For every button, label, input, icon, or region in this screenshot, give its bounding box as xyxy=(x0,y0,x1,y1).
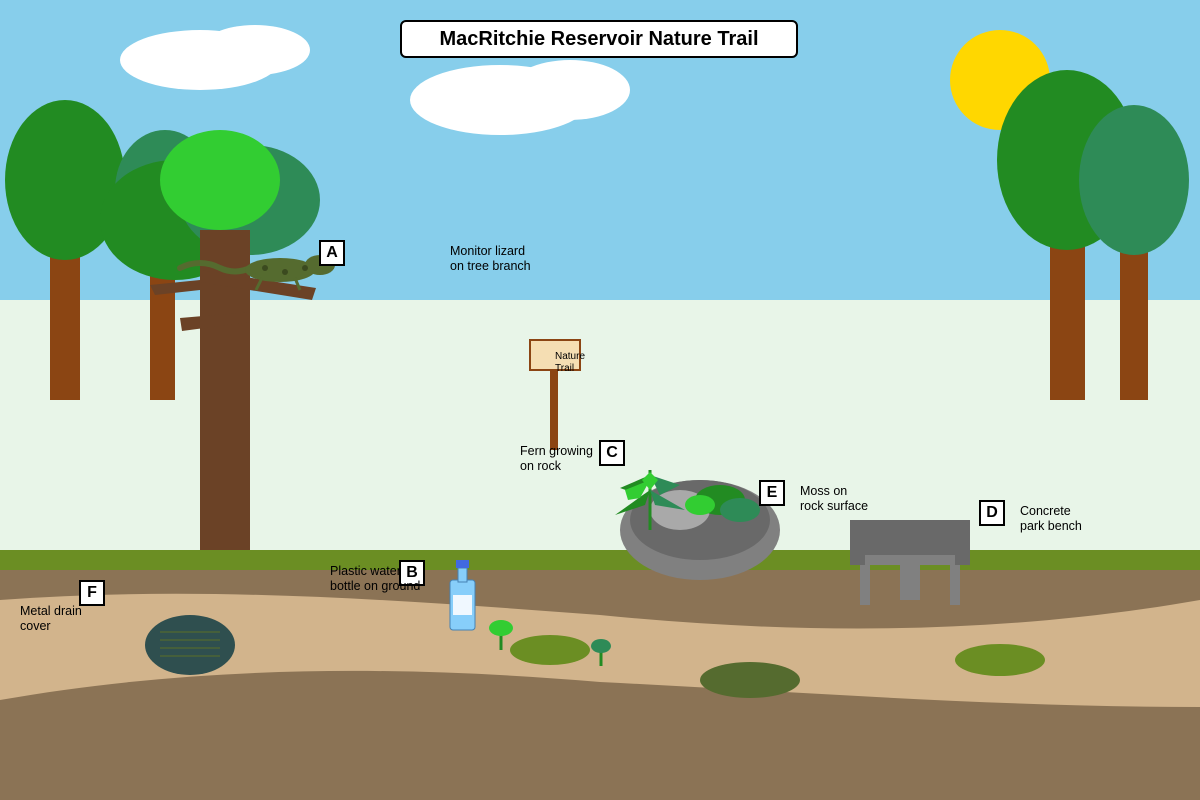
label-a-line2: on tree branch xyxy=(450,259,531,273)
marker-e: E xyxy=(759,480,785,506)
sign-label-line1: Nature xyxy=(555,351,586,362)
label-d-line1: Concrete xyxy=(1020,504,1071,518)
label-e-line2: rock surface xyxy=(800,499,869,513)
label-d-line2: park bench xyxy=(1020,519,1082,533)
nature-trail-scene xyxy=(0,0,1200,800)
label-b-line2: bottle on ground xyxy=(330,579,421,593)
label-b-line1: Plastic water xyxy=(330,564,401,578)
grass-patch-3 xyxy=(955,644,1045,676)
label-e: Moss on rock surface xyxy=(800,484,868,514)
label-a-line1: Monitor lizard xyxy=(450,244,526,258)
metal-drain-cover xyxy=(145,615,235,675)
marker-a: A xyxy=(319,240,345,266)
label-c-line1: Fern growing xyxy=(520,444,593,458)
grass-patch-1 xyxy=(510,635,590,665)
label-e-line1: Moss on xyxy=(800,484,848,498)
label-f-line2: cover xyxy=(20,619,51,633)
label-c: Fern growing on rock xyxy=(520,444,593,474)
sign-label-line2: Trail xyxy=(555,363,575,374)
label-a: Monitor lizard on tree branch xyxy=(450,244,531,274)
marker-c: C xyxy=(599,440,625,466)
diagram-title: MacRitchie Reservoir Nature Trail xyxy=(400,20,798,58)
concrete-bench xyxy=(850,520,970,605)
label-f: Metal drain cover xyxy=(20,604,82,634)
label-c-line2: on rock xyxy=(520,459,561,473)
grass-strip xyxy=(0,550,1200,570)
marker-d: D xyxy=(979,500,1005,526)
marker-f: F xyxy=(79,580,105,606)
sign-label: Nature Trail xyxy=(555,351,585,375)
label-d: Concrete park bench xyxy=(1020,504,1082,534)
grass-patch-2 xyxy=(700,662,800,698)
label-b: Plastic water bottle on ground xyxy=(330,564,420,594)
label-f-line1: Metal drain xyxy=(20,604,82,618)
